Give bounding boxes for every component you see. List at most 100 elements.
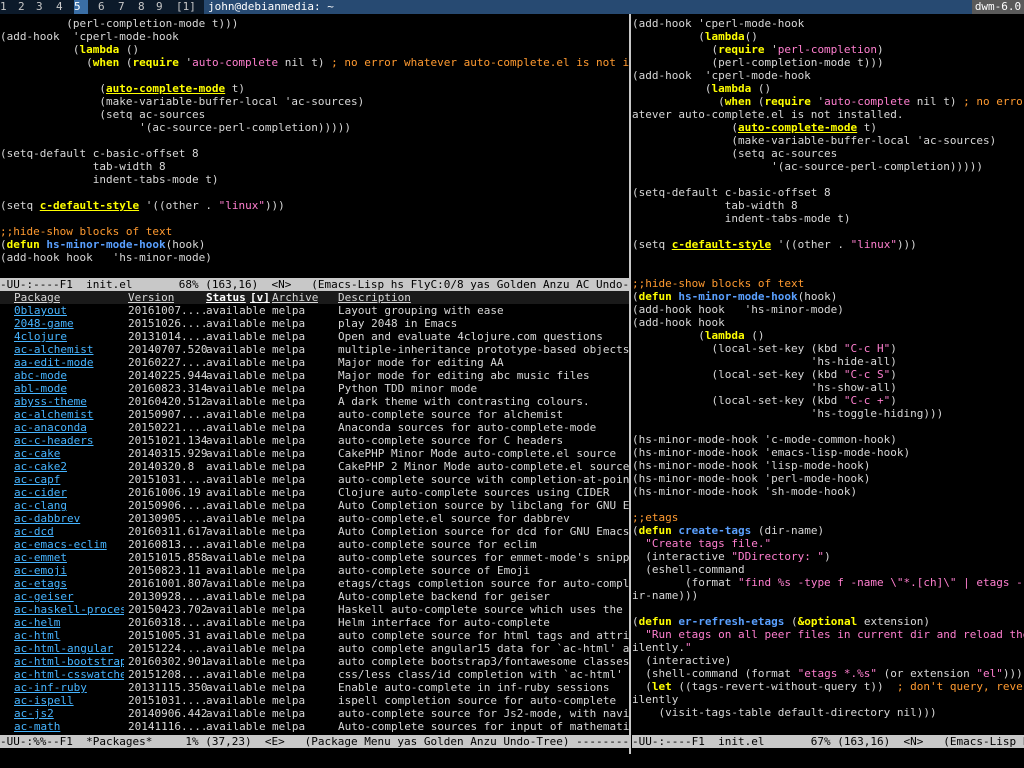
tag-7[interactable]: 7 bbox=[118, 0, 125, 14]
package-name-link[interactable]: ac-haskell-process bbox=[14, 603, 124, 616]
tag-1[interactable]: 1 bbox=[0, 0, 7, 14]
package-name-link[interactable]: ac-html-angular bbox=[14, 642, 124, 655]
package-row[interactable]: ac-html 20151005.31 available melpa auto com… bbox=[0, 629, 629, 642]
package-name-link[interactable]: ac-html-csswatcher bbox=[14, 668, 124, 681]
package-row[interactable]: abyss-theme 20160420.512 available melpa A d… bbox=[0, 395, 629, 408]
window-divider[interactable] bbox=[629, 14, 631, 754]
package-name-link[interactable]: abc-mode bbox=[14, 369, 124, 382]
package-name-link[interactable]: ac-inf-ruby bbox=[14, 681, 124, 694]
package-name-link[interactable]: ac-clang bbox=[14, 499, 124, 512]
package-version: 20150823.11 bbox=[128, 564, 201, 577]
package-name-link[interactable]: ac-dabbrev bbox=[14, 512, 124, 525]
code-line: (let ((tags-revert-without-query t)) ; d… bbox=[632, 680, 1024, 693]
package-row[interactable]: ac-alchemist 20140707.520 available melpa mu… bbox=[0, 343, 629, 356]
package-row[interactable]: ac-emacs-eclim 20160813.... available melpa… bbox=[0, 538, 629, 551]
package-description: Auto Completion source for dcd for GNU E… bbox=[338, 525, 629, 538]
package-row[interactable]: ac-etags 20161001.807 available melpa etags/… bbox=[0, 577, 629, 590]
tag-5[interactable]: 5 bbox=[74, 0, 88, 14]
package-row[interactable]: ac-ispell 20151031.... available melpa ispel… bbox=[0, 694, 629, 707]
package-name-link[interactable]: ac-emacs-eclim bbox=[14, 538, 124, 551]
package-row[interactable]: ac-math 20141116.... available melpa Auto-co… bbox=[0, 720, 629, 733]
package-name-link[interactable]: ac-cake2 bbox=[14, 460, 124, 473]
package-name-link[interactable]: ac-cake bbox=[14, 447, 124, 460]
package-name-link[interactable]: ac-cider bbox=[14, 486, 124, 499]
package-name-link[interactable]: ac-emoji bbox=[14, 564, 124, 577]
package-name-link[interactable]: ac-js2 bbox=[14, 707, 124, 720]
package-row[interactable]: 0blayout 20161007.... available melpa Layout… bbox=[0, 304, 629, 317]
package-version: 20140906.442 bbox=[128, 707, 208, 720]
package-name-link[interactable]: ac-html bbox=[14, 629, 124, 642]
column-archive[interactable]: Archive bbox=[272, 291, 318, 304]
package-row[interactable]: ac-helm 20160318.... available melpa Helm in… bbox=[0, 616, 629, 629]
column-status-sort[interactable]: [v] bbox=[250, 291, 270, 304]
package-row[interactable]: ac-html-csswatcher 20151208.... available m… bbox=[0, 668, 629, 681]
package-description: CakePHP Minor Mode auto-complete.el sour… bbox=[338, 447, 617, 460]
package-version: 20150221.... bbox=[128, 421, 208, 434]
package-name-link[interactable]: ac-etags bbox=[14, 577, 124, 590]
package-row[interactable]: ac-cider 20161006.19 available melpa Clojure… bbox=[0, 486, 629, 499]
package-archive: melpa bbox=[272, 460, 306, 473]
package-name-link[interactable]: ac-geiser bbox=[14, 590, 124, 603]
package-row[interactable]: ac-js2 20140906.442 available melpa auto-com… bbox=[0, 707, 629, 720]
tag-4[interactable]: 4 bbox=[56, 0, 63, 14]
package-name-link[interactable]: ac-c-headers bbox=[14, 434, 124, 447]
right-editor-pane[interactable]: (add-hook 'cperl-mode-hook (lambda() (re… bbox=[632, 17, 1024, 734]
package-name-link[interactable]: ac-math bbox=[14, 720, 124, 733]
package-row[interactable]: ac-emmet 20151015.858 available melpa auto-c… bbox=[0, 551, 629, 564]
package-row[interactable]: ac-emoji 20150823.11 available melpa auto-co… bbox=[0, 564, 629, 577]
package-name-link[interactable]: 4clojure bbox=[14, 330, 124, 343]
package-row[interactable]: abl-mode 20160823.314 available melpa Python… bbox=[0, 382, 629, 395]
tag-3[interactable]: 3 bbox=[36, 0, 43, 14]
column-version[interactable]: Version bbox=[128, 291, 174, 304]
left-editor-pane[interactable]: (perl-completion-mode t))) (add-hook 'cpe… bbox=[0, 17, 629, 277]
column-package[interactable]: Package bbox=[14, 291, 60, 304]
package-name-link[interactable]: ac-alchemist bbox=[14, 408, 124, 421]
package-name-link[interactable]: ac-anaconda bbox=[14, 421, 124, 434]
tag-8[interactable]: 8 bbox=[138, 0, 145, 14]
package-name-link[interactable]: ac-dcd bbox=[14, 525, 124, 538]
package-row[interactable]: ac-anaconda 20150221.... available melpa Ana… bbox=[0, 421, 629, 434]
package-row[interactable]: ac-cake2 20140320.8 available melpa CakePHP … bbox=[0, 460, 629, 473]
package-description: auto-complete source for eclim bbox=[338, 538, 537, 551]
tag-6[interactable]: 6 bbox=[98, 0, 105, 14]
package-name-link[interactable]: abl-mode bbox=[14, 382, 124, 395]
package-name-link[interactable]: ac-html-bootstrap bbox=[14, 655, 124, 668]
package-row[interactable]: abc-mode 20140225.944 available melpa Major … bbox=[0, 369, 629, 382]
package-name-link[interactable]: 2048-game bbox=[14, 317, 124, 330]
package-row[interactable]: ac-dcd 20160311.617 available melpa Auto Com… bbox=[0, 525, 629, 538]
package-name-link[interactable]: aa-edit-mode bbox=[14, 356, 124, 369]
code-line: (defun er-refresh-etags (&optional exten… bbox=[632, 615, 931, 628]
package-row[interactable]: ac-inf-ruby 20131115.350 available melpa Ena… bbox=[0, 681, 629, 694]
package-row[interactable]: ac-capf 20151031.... available melpa auto-co… bbox=[0, 473, 629, 486]
package-name-link[interactable]: ac-capf bbox=[14, 473, 124, 486]
package-status: available bbox=[206, 512, 266, 525]
package-name-link[interactable]: ac-helm bbox=[14, 616, 124, 629]
column-status[interactable]: Status bbox=[206, 291, 246, 304]
package-name-link[interactable]: ac-ispell bbox=[14, 694, 124, 707]
package-row[interactable]: ac-clang 20150906.... available melpa Auto C… bbox=[0, 499, 629, 512]
package-name-link[interactable]: ac-alchemist bbox=[14, 343, 124, 356]
package-row[interactable]: ac-dabbrev 20130905.... available melpa auto… bbox=[0, 512, 629, 525]
package-name-link[interactable]: 0blayout bbox=[14, 304, 124, 317]
package-list-pane[interactable]: Package Version Status [v] Archive Descr… bbox=[0, 291, 629, 734]
package-row[interactable]: ac-html-bootstrap 20160302.901 available me… bbox=[0, 655, 629, 668]
package-row[interactable]: 2048-game 20151026.... available melpa play … bbox=[0, 317, 629, 330]
layout-symbol[interactable]: [1] bbox=[176, 0, 196, 14]
package-row[interactable]: aa-edit-mode 20160227.... available melpa Ma… bbox=[0, 356, 629, 369]
dwm-status-bar: 1 2 3 4 5 6 7 8 9 [1] john@debianmedia: … bbox=[0, 0, 1024, 14]
package-row[interactable]: ac-cake 20140315.929 available melpa CakePHP… bbox=[0, 447, 629, 460]
package-row[interactable]: ac-alchemist 20150907.... available melpa au… bbox=[0, 408, 629, 421]
package-name-link[interactable]: ac-emmet bbox=[14, 551, 124, 564]
column-description[interactable]: Description bbox=[338, 291, 411, 304]
package-row[interactable]: ac-geiser 20130928.... available melpa Auto-… bbox=[0, 590, 629, 603]
package-row[interactable]: ac-c-headers 20151021.134 available melpa au… bbox=[0, 434, 629, 447]
package-archive: melpa bbox=[272, 382, 306, 395]
package-archive: melpa bbox=[272, 720, 306, 733]
tag-9[interactable]: 9 bbox=[156, 0, 163, 14]
tag-2[interactable]: 2 bbox=[18, 0, 25, 14]
package-row[interactable]: ac-haskell-process 20150423.702 available m… bbox=[0, 603, 629, 616]
package-row[interactable]: ac-html-angular 20151224.... available melp… bbox=[0, 642, 629, 655]
package-name-link[interactable]: abyss-theme bbox=[14, 395, 124, 408]
package-row[interactable]: 4clojure 20131014.... available melpa Open a… bbox=[0, 330, 629, 343]
